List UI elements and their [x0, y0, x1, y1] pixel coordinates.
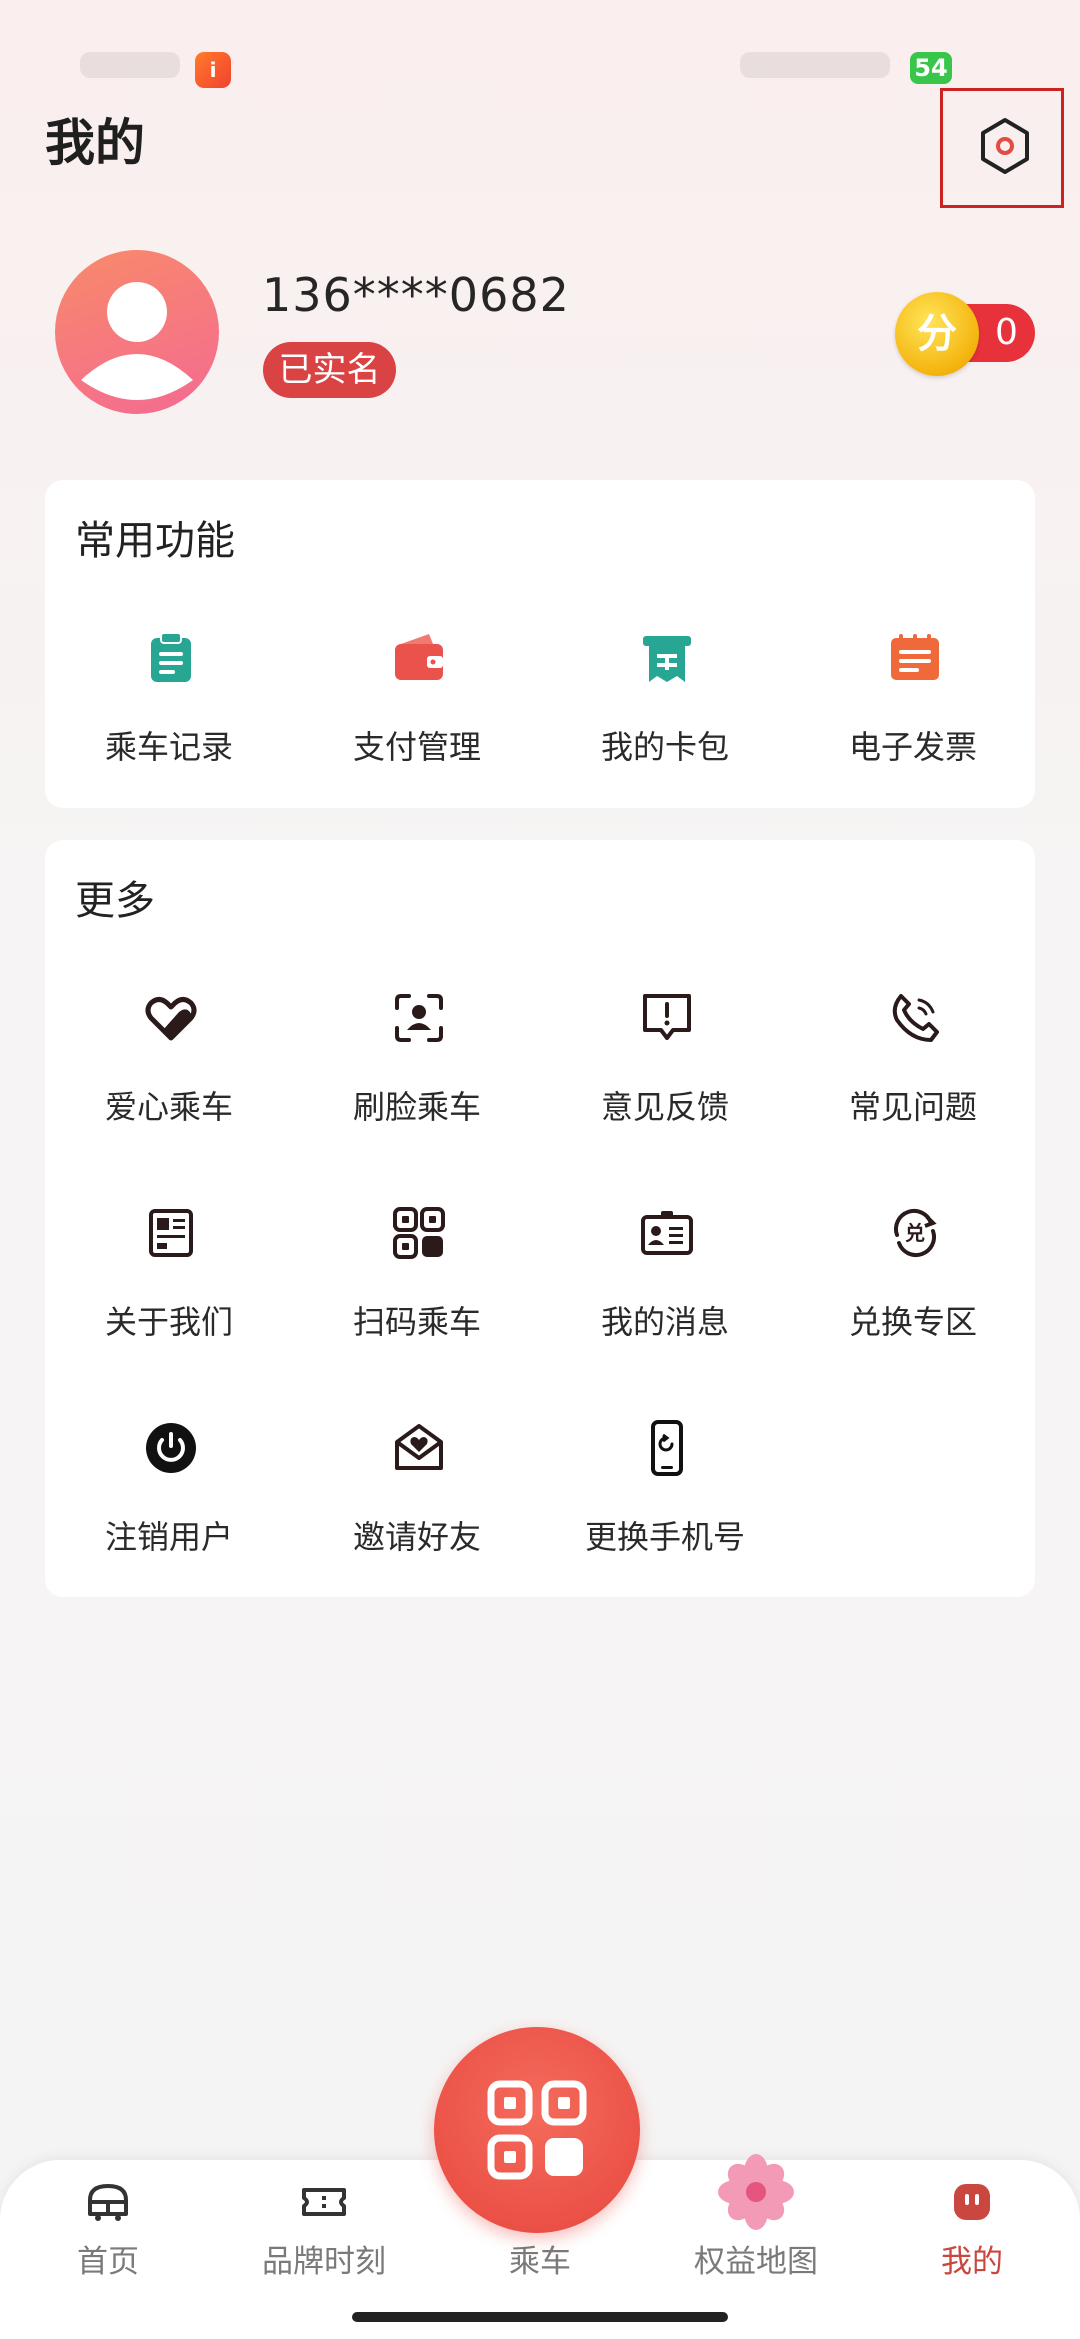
about-icon	[149, 1209, 193, 1257]
exchange-icon: 兑	[893, 1209, 937, 1257]
tab-benefits-map[interactable]: 权益地图	[676, 2154, 836, 2298]
svg-text:兑: 兑	[905, 1221, 925, 1245]
points-badge[interactable]: 0 分	[895, 292, 1035, 376]
ride-records-item[interactable]: 乘车记录	[45, 630, 293, 780]
avatar[interactable]	[55, 250, 219, 414]
tab-brand-moments[interactable]: 品牌时刻	[244, 2178, 404, 2298]
status-time	[80, 52, 180, 78]
card-pack-icon	[643, 636, 691, 682]
love-ride-item[interactable]: 爱心乘车	[45, 990, 293, 1140]
phone-call-icon	[892, 994, 939, 1042]
grid-item-label: 邀请好友	[352, 1518, 481, 1556]
face-scan-icon	[395, 994, 443, 1042]
grid-item-label: 爱心乘车	[104, 1088, 233, 1126]
common-functions-title: 常用功能	[75, 518, 235, 564]
bus-icon	[88, 2184, 128, 2221]
settings-button[interactable]	[940, 88, 1064, 208]
tab-mine[interactable]: 我的	[892, 2178, 1052, 2298]
verified-badge: 已实名	[263, 342, 396, 398]
grid-item-label: 常见问题	[848, 1088, 977, 1126]
phone-number: 136****0682	[262, 268, 570, 322]
payment-management-item[interactable]: 支付管理	[293, 630, 541, 780]
power-icon	[146, 1423, 196, 1473]
invite-icon	[395, 1424, 443, 1470]
grid-item-label: 电子发票	[848, 728, 977, 766]
grid-item-label: 支付管理	[352, 728, 481, 766]
grid-item-label: 兑换专区	[848, 1303, 977, 1341]
qr-code-icon	[393, 1207, 445, 1259]
grid-item-label: 意见反馈	[600, 1088, 729, 1126]
tab-label: 权益地图	[694, 2244, 818, 2280]
tab-label: 品牌时刻	[262, 2244, 386, 2280]
grid-item-label: 关于我们	[104, 1303, 233, 1341]
scan-ride-button[interactable]	[434, 2027, 640, 2233]
more-title: 更多	[75, 878, 155, 924]
faq-item[interactable]: 常见问题	[789, 990, 1037, 1140]
profile-icon	[954, 2184, 990, 2220]
scan-ride-item[interactable]: 扫码乘车	[293, 1205, 541, 1355]
about-us-item[interactable]: 关于我们	[45, 1205, 293, 1355]
battery-indicator: 54	[910, 52, 952, 84]
cancel-account-item[interactable]: 注销用户	[45, 1420, 293, 1570]
grid-item-label: 扫码乘车	[352, 1303, 481, 1341]
page-title: 我的	[45, 114, 145, 172]
tab-label: 我的	[941, 2244, 1003, 2280]
face-ride-item[interactable]: 刷脸乘车	[293, 990, 541, 1140]
grid-item-label: 刷脸乘车	[352, 1088, 481, 1126]
clipboard-icon	[151, 632, 191, 682]
app-badge-icon: i	[195, 52, 231, 88]
ticket-icon	[302, 2188, 346, 2216]
common-functions-card: 常用功能 乘车记录 支付管理 我的卡包 电子发票	[45, 480, 1035, 808]
scan-icon	[487, 2080, 587, 2180]
card-pack-item[interactable]: 我的卡包	[541, 630, 789, 780]
grid-item-label: 更换手机号	[584, 1518, 745, 1556]
tab-home[interactable]: 首页	[28, 2178, 188, 2298]
feedback-item[interactable]: 意见反馈	[541, 990, 789, 1140]
exchange-zone-item[interactable]: 兑 兑换专区	[789, 1205, 1037, 1355]
heart-icon	[145, 997, 197, 1041]
e-invoice-item[interactable]: 电子发票	[789, 630, 1037, 780]
wallet-icon	[395, 634, 443, 680]
avatar-icon	[81, 282, 193, 400]
invite-friends-item[interactable]: 邀请好友	[293, 1420, 541, 1570]
grid-item-label: 我的卡包	[600, 728, 729, 766]
status-signal-icons	[740, 52, 890, 78]
invoice-icon	[891, 634, 939, 680]
settings-icon	[981, 118, 1029, 174]
status-bar: i 54	[0, 0, 1080, 88]
feedback-icon	[643, 994, 691, 1040]
grid-item-label: 注销用户	[104, 1518, 233, 1556]
flower-icon	[718, 2154, 794, 2230]
tab-label: 首页	[77, 2244, 139, 2280]
grid-item-label: 乘车记录	[104, 728, 233, 766]
change-phone-icon	[651, 1420, 683, 1476]
change-phone-item[interactable]: 更换手机号	[541, 1420, 789, 1570]
message-icon	[641, 1211, 693, 1255]
tab-label: 乘车	[509, 2244, 571, 2280]
my-messages-item[interactable]: 我的消息	[541, 1205, 789, 1355]
more-card: 更多 爱心乘车 刷脸乘车 意见反馈 常见问题 关于我们 扫码乘车 我的消息 兑 …	[45, 840, 1035, 1597]
home-indicator	[352, 2312, 728, 2322]
points-coin-icon: 分	[895, 292, 979, 376]
grid-item-label: 我的消息	[600, 1303, 729, 1341]
